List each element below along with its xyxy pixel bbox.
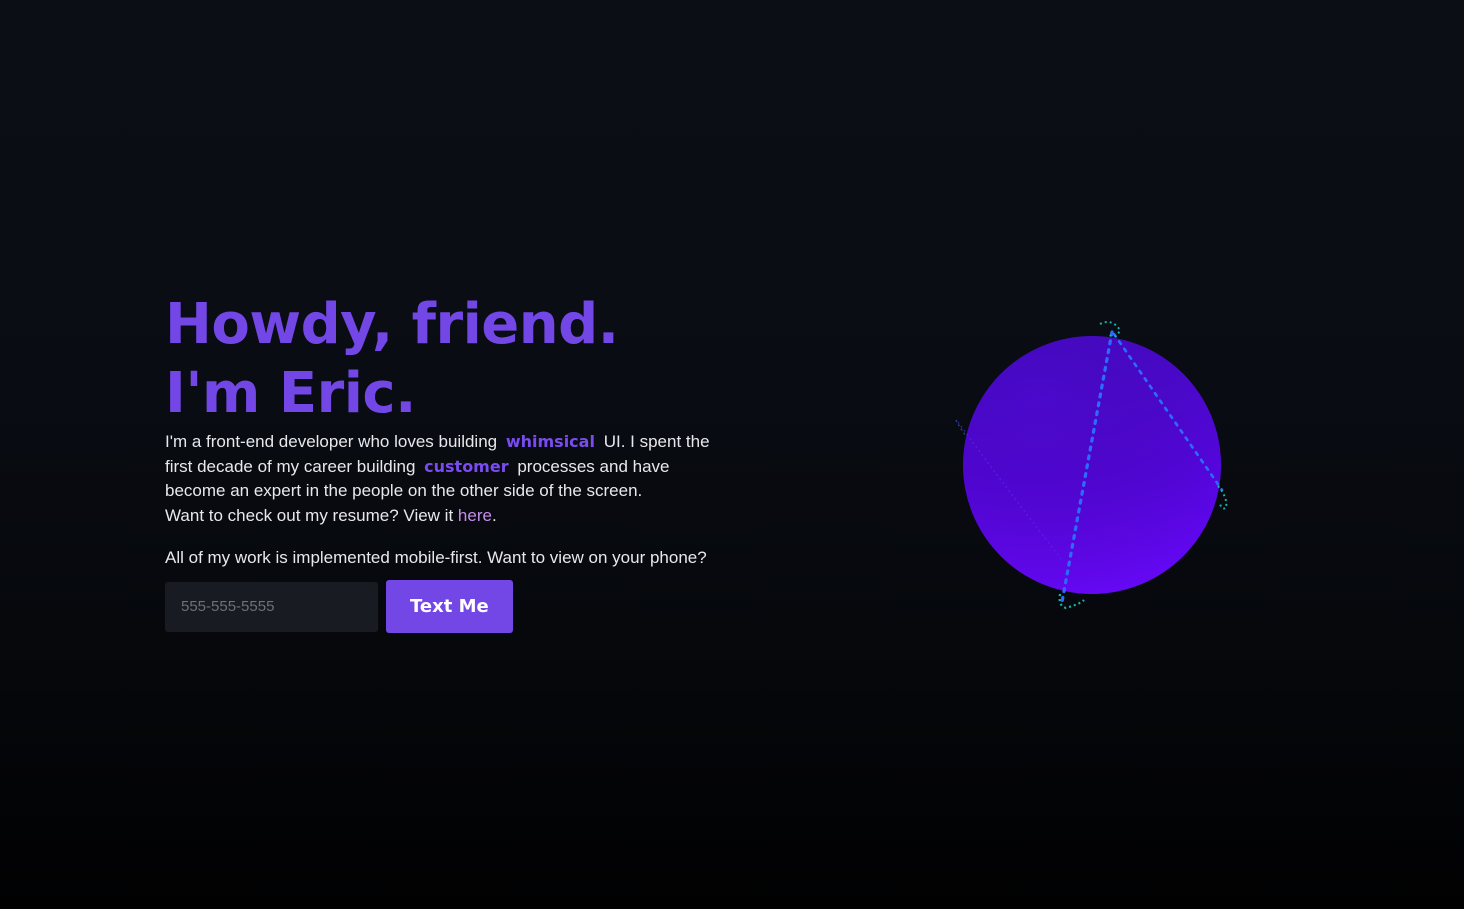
highlight-customer: customer	[424, 456, 509, 476]
page-title: Howdy, friend. I'm Eric.	[165, 290, 725, 428]
sphere-svg	[955, 321, 1228, 610]
intro-text-1: I'm a front-end developer who loves buil…	[165, 432, 498, 451]
text-me-form: Text Me	[165, 580, 725, 633]
phone-input[interactable]	[165, 581, 378, 632]
mobile-note: All of my work is implemented mobile-fir…	[165, 548, 707, 567]
resume-prompt: Want to check out my resume? View it	[165, 505, 454, 525]
intro-paragraph: I'm a front-end developer who loves buil…	[165, 430, 710, 528]
text-me-button[interactable]: Text Me	[386, 580, 513, 633]
headline-line-2: I'm Eric.	[165, 361, 416, 426]
orbiting-sphere-graphic	[940, 310, 1250, 630]
resume-suffix: .	[491, 505, 497, 525]
sphere-shading	[963, 336, 1221, 594]
hero-section: Howdy, friend. I'm Eric. I'm a front-end…	[165, 290, 725, 633]
highlight-whimsical: whimsical	[505, 432, 595, 451]
headline-line-1: Howdy, friend.	[165, 292, 619, 357]
resume-link[interactable]: here	[458, 506, 492, 525]
